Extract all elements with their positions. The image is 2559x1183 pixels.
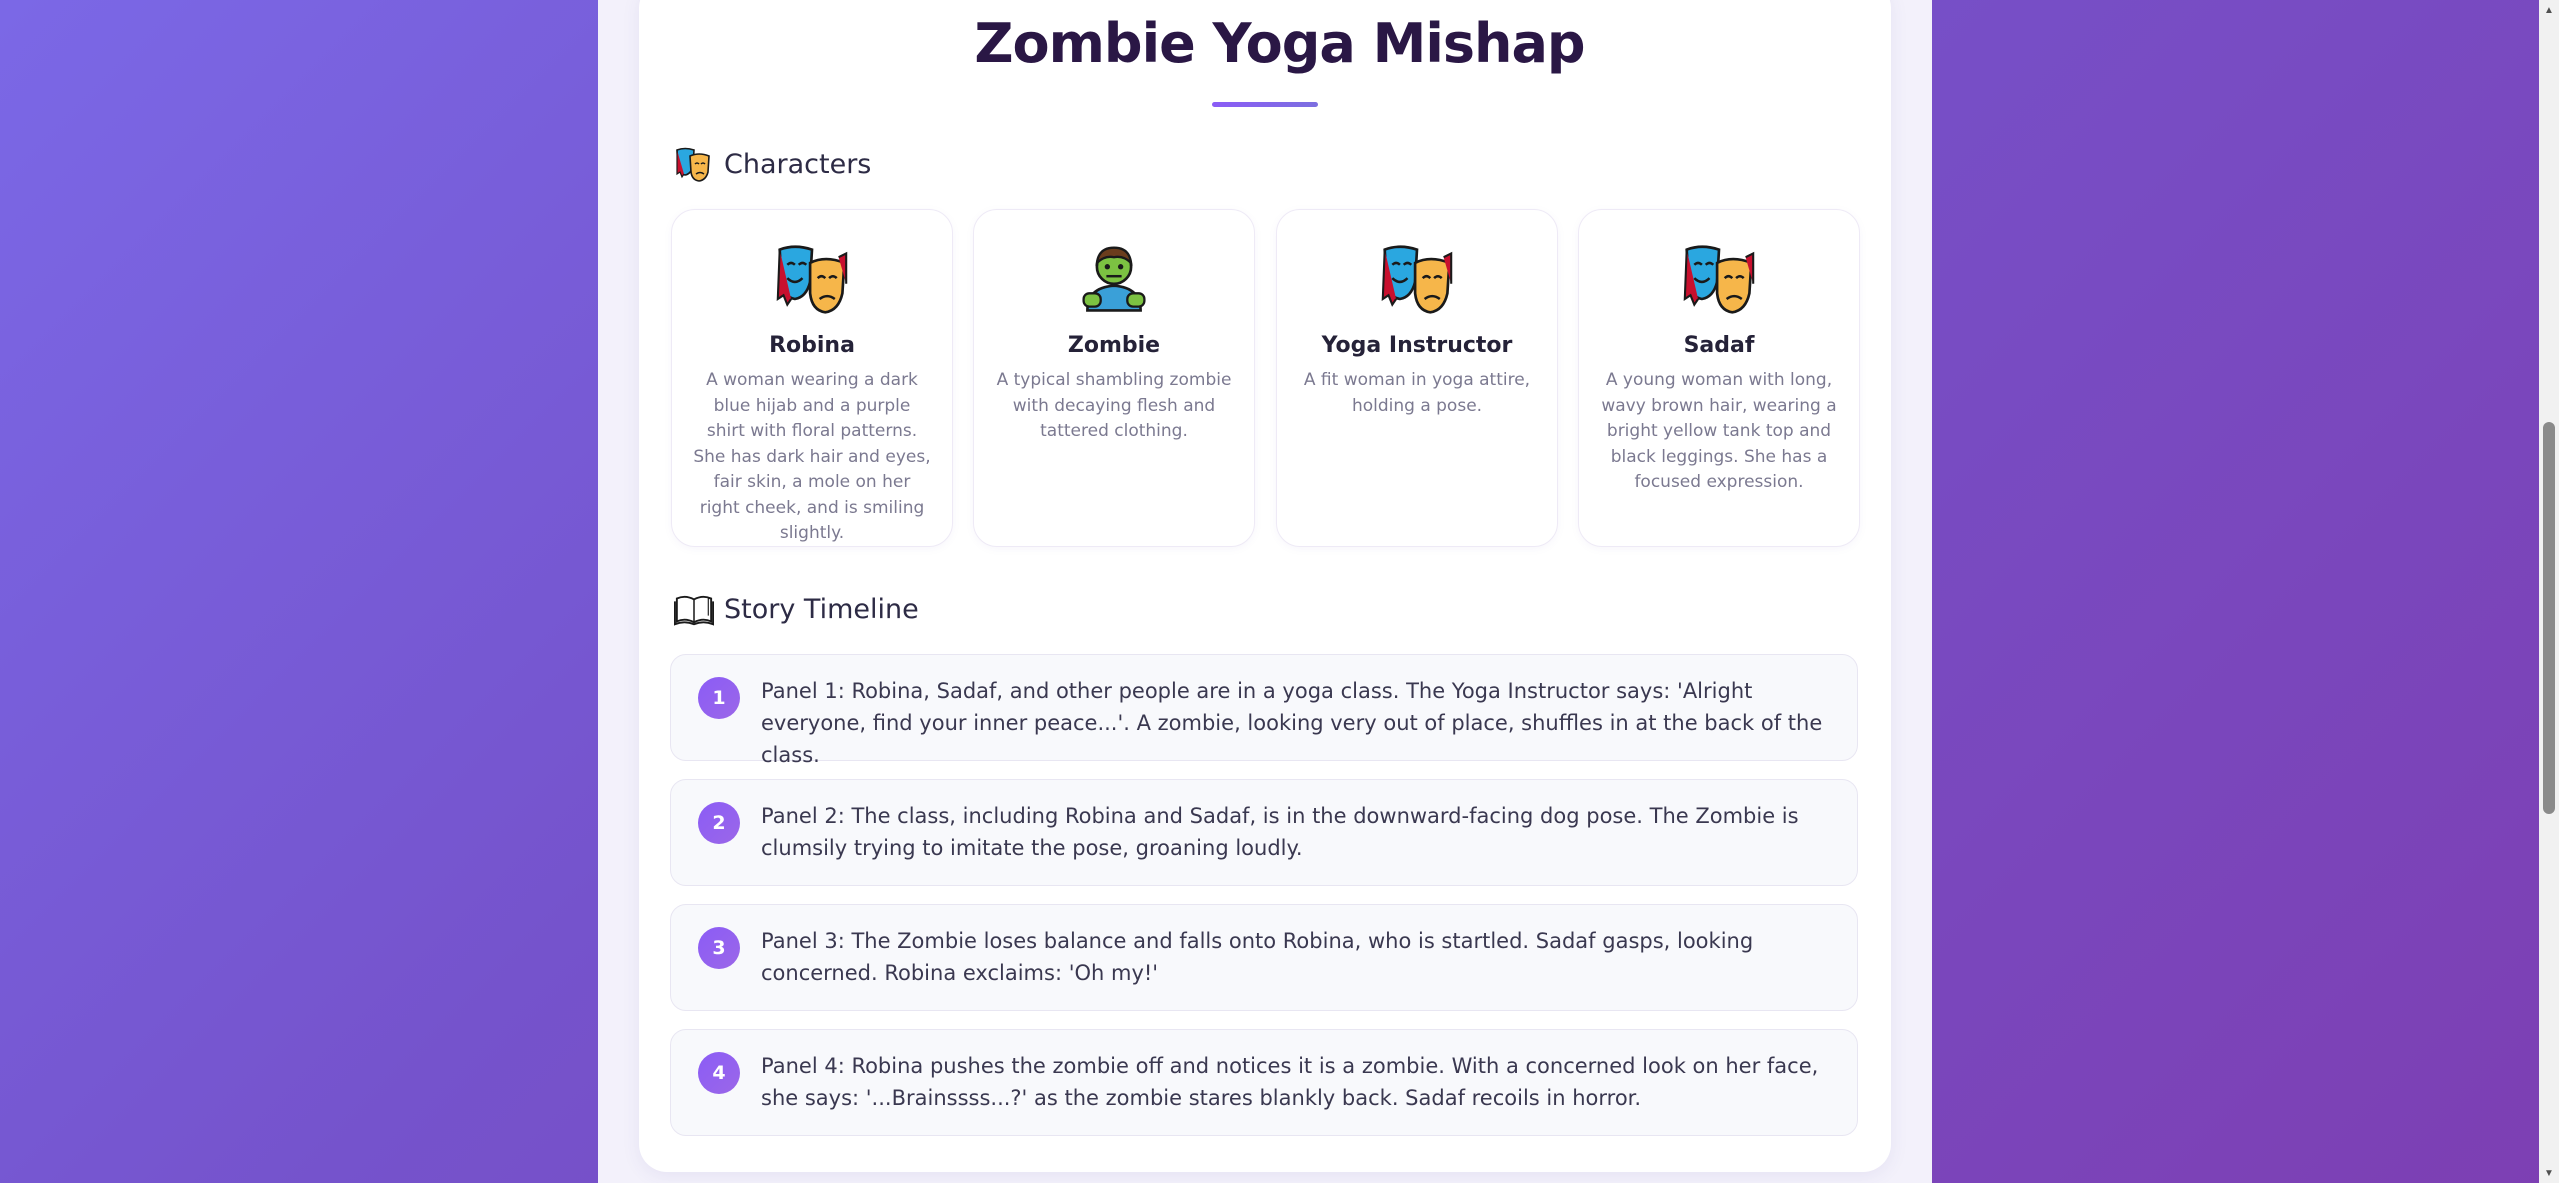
timeline-panel: 3 Panel 3: The Zombie loses balance and … (670, 904, 1858, 1011)
character-card-sadaf: Sadaf A young woman with long, wavy brow… (1578, 209, 1860, 547)
performing-arts-icon (674, 144, 714, 184)
panel-number-badge: 3 (698, 927, 740, 969)
panel-text: Panel 3: The Zombie loses balance and fa… (761, 929, 1754, 985)
timeline-panel: 2 Panel 2: The class, including Robina a… (670, 779, 1858, 886)
performing-arts-icon (672, 242, 952, 320)
timeline-heading-label: Story Timeline (724, 593, 919, 625)
characters-heading-label: Characters (724, 148, 872, 180)
panel-number-badge: 1 (698, 677, 740, 719)
character-name: Zombie (1067, 333, 1161, 358)
page-title: Zombie Yoga Mishap (974, 12, 1585, 75)
scrollbar-thumb[interactable] (2543, 422, 2555, 814)
character-card-yoga-instructor: Yoga Instructor A fit woman in yoga atti… (1276, 209, 1558, 547)
performing-arts-icon (1579, 242, 1859, 320)
panel-number-badge: 2 (698, 802, 740, 844)
character-description: A typical shambling zombie with decaying… (996, 370, 1232, 441)
character-name: Robina (769, 333, 855, 358)
timeline-panel: 4 Panel 4: Robina pushes the zombie off … (670, 1029, 1858, 1136)
character-description: A fit woman in yoga attire, holding a po… (1303, 370, 1531, 416)
vertical-scrollbar[interactable]: ▲ ▼ (2539, 0, 2559, 1183)
zombie-icon (974, 242, 1254, 320)
scroll-up-arrow-icon[interactable]: ▲ (2539, 0, 2559, 20)
character-description: A young woman with long, wavy brown hair… (1601, 370, 1837, 492)
open-book-icon (674, 589, 714, 629)
character-name: Sadaf (1683, 333, 1755, 358)
scroll-down-arrow-icon[interactable]: ▼ (2539, 1163, 2559, 1183)
panel-number-badge: 4 (698, 1052, 740, 1094)
panel-text: Panel 2: The class, including Robina and… (761, 804, 1799, 860)
character-name: Yoga Instructor (1321, 333, 1513, 358)
performing-arts-icon (1277, 242, 1557, 320)
title-underline (1212, 102, 1318, 107)
timeline-panel: 1 Panel 1: Robina, Sadaf, and other peop… (670, 654, 1858, 767)
character-description: A woman wearing a dark blue hijab and a … (693, 370, 931, 543)
panel-text: Panel 1: Robina, Sadaf, and other people… (761, 679, 1823, 767)
character-card-zombie: Zombie A typical shambling zombie with d… (973, 209, 1255, 547)
character-card-robina: Robina A woman wearing a dark blue hijab… (671, 209, 953, 547)
characters-heading: Characters (674, 144, 871, 184)
timeline-heading: Story Timeline (674, 589, 919, 629)
panel-text: Panel 4: Robina pushes the zombie off an… (761, 1054, 1819, 1110)
